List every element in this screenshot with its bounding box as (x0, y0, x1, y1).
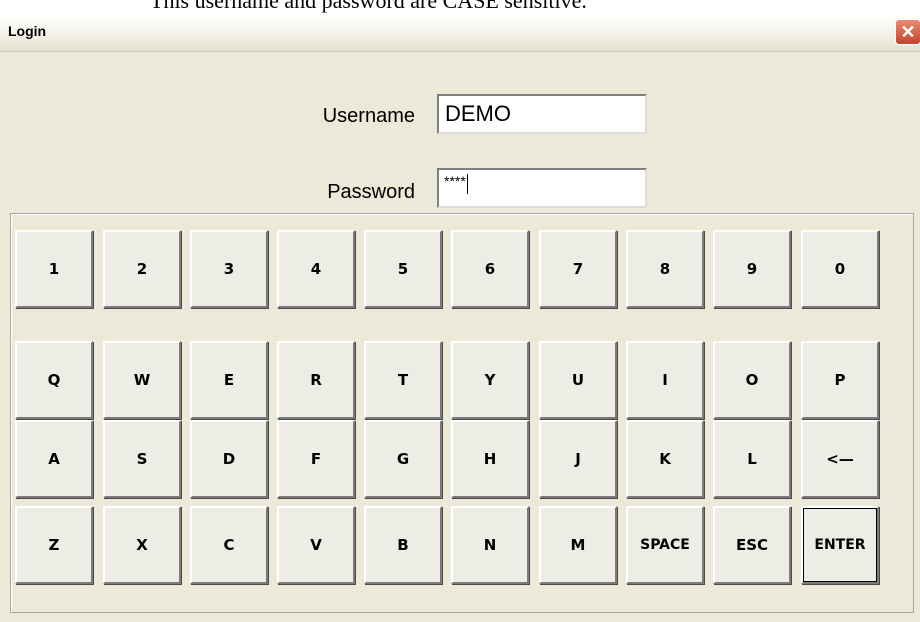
space-key[interactable]: SPACE (626, 506, 704, 584)
key-g[interactable]: G (364, 420, 442, 498)
password-field[interactable]: **** (437, 168, 647, 208)
key-k[interactable]: K (626, 420, 704, 498)
close-button[interactable]: ✕ (895, 19, 920, 45)
login-form: Username DEMO Password **** (0, 51, 920, 216)
key-u[interactable]: U (539, 341, 617, 419)
key-2[interactable]: 2 (103, 230, 181, 308)
text-caret (466, 174, 468, 194)
key-v[interactable]: V (277, 506, 355, 584)
key-z[interactable]: Z (15, 506, 93, 584)
key-m[interactable]: M (539, 506, 617, 584)
key-6[interactable]: 6 (451, 230, 529, 308)
key-1[interactable]: 1 (15, 230, 93, 308)
key-b[interactable]: B (364, 506, 442, 584)
enter-key[interactable]: ENTER (801, 506, 879, 584)
key-x[interactable]: X (103, 506, 181, 584)
close-icon: ✕ (900, 22, 916, 42)
key-p[interactable]: P (801, 341, 879, 419)
key-9[interactable]: 9 (713, 230, 791, 308)
key-o[interactable]: O (713, 341, 791, 419)
key-t[interactable]: T (364, 341, 442, 419)
key-8[interactable]: 8 (626, 230, 704, 308)
key-3[interactable]: 3 (190, 230, 268, 308)
key-a[interactable]: A (15, 420, 93, 498)
key-7[interactable]: 7 (539, 230, 617, 308)
key-l[interactable]: L (713, 420, 791, 498)
window-title: Login (8, 23, 47, 39)
username-field[interactable]: DEMO (437, 94, 647, 134)
key-n[interactable]: N (451, 506, 529, 584)
key-i[interactable]: I (626, 341, 704, 419)
caption-text: This username and password are CASE sens… (0, 0, 920, 14)
title-bar: Login ✕ (0, 14, 920, 52)
key-5[interactable]: 5 (364, 230, 442, 308)
on-screen-keyboard: 1 2 3 4 5 6 7 8 9 0 Q W E R T Y U I O P A S D F G H J K L <— Z X C V B N M SP… (10, 213, 914, 613)
password-value: **** (444, 173, 466, 189)
key-d[interactable]: D (190, 420, 268, 498)
login-window: Login ✕ Username DEMO Password **** 1234… (0, 14, 920, 622)
key-q[interactable]: Q (15, 341, 93, 419)
key-y[interactable]: Y (451, 341, 529, 419)
caption-label: This username and password are CASE sens… (150, 0, 587, 13)
backspace-key[interactable]: <— (801, 420, 879, 498)
key-j[interactable]: J (539, 420, 617, 498)
key-f[interactable]: F (277, 420, 355, 498)
key-w[interactable]: W (103, 341, 181, 419)
key-r[interactable]: R (277, 341, 355, 419)
key-4[interactable]: 4 (277, 230, 355, 308)
key-c[interactable]: C (190, 506, 268, 584)
escape-key[interactable]: ESC (713, 506, 791, 584)
username-label: Username (322, 105, 415, 127)
key-e[interactable]: E (190, 341, 268, 419)
key-0[interactable]: 0 (801, 230, 879, 308)
key-s[interactable]: S (103, 420, 181, 498)
key-h[interactable]: H (451, 420, 529, 498)
password-label: Password (327, 181, 415, 203)
